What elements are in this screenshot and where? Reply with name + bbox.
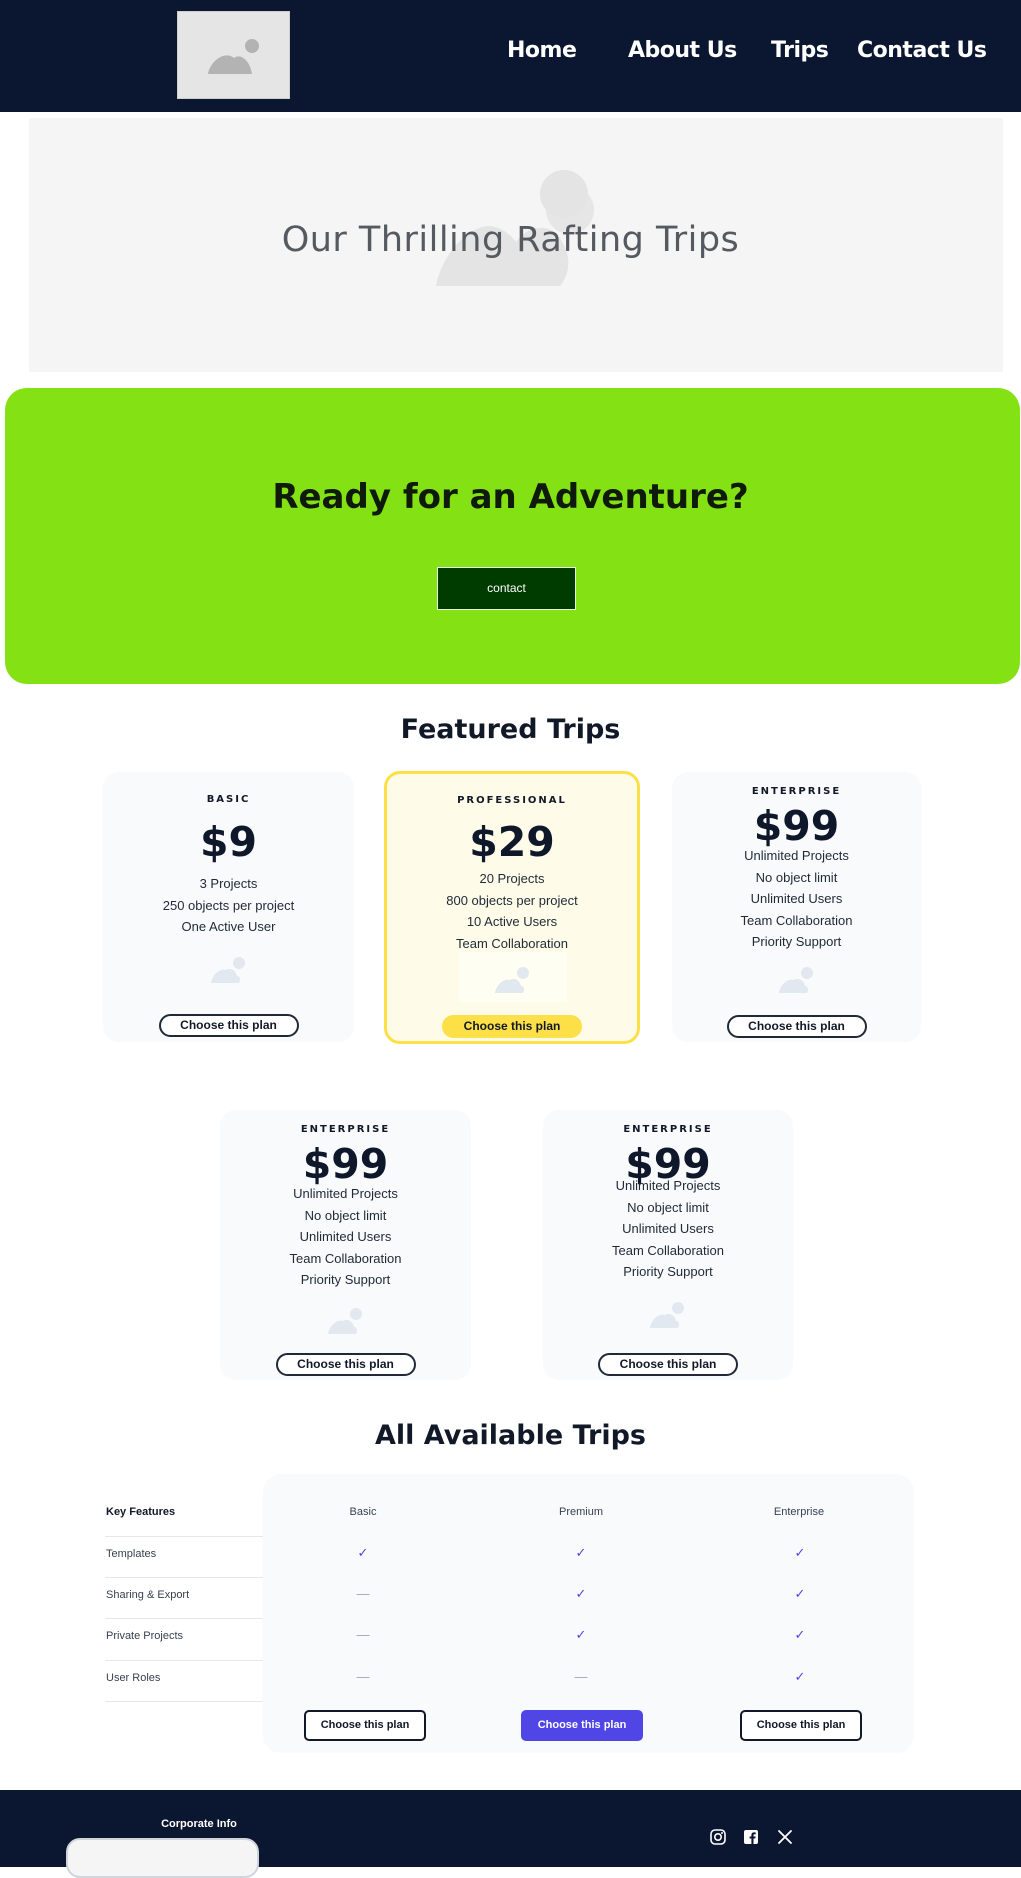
image-placeholder-icon [495,967,529,993]
plan-feature: No object limit [304,1207,387,1223]
plan-price: $99 [302,1140,389,1188]
plan-card-basic: BASIC $9 3 Projects 250 objects per proj… [103,772,354,1042]
row-divider [105,1701,263,1702]
instagram-icon[interactable] [709,1828,727,1846]
plan-features: Unlimited Projects No object limit Unlim… [672,845,921,953]
comparison-title: All Available Trips [374,1420,646,1451]
plan-feature: Unlimited Projects [744,848,849,863]
plan-card-professional: PROFESSIONAL $29 20 Projects 800 objects… [384,771,640,1044]
dash-icon: — [356,1586,370,1601]
plan-features: 20 Projects 800 objects per project 10 A… [387,868,637,954]
plan-header-premium: Premium [558,1506,603,1518]
choose-plan-button[interactable]: Choose this plan [726,1015,867,1038]
plan-feature: Priority Support [300,1272,391,1287]
choose-plan-premium-button[interactable]: Choose this plan [521,1710,643,1741]
plan-card-enterprise: ENTERPRISE $99 Unlimited Projects No obj… [220,1110,471,1380]
facebook-icon[interactable] [742,1828,760,1846]
image-placeholder-icon [208,39,259,74]
plan-name: ENTERPRISE [300,1124,391,1135]
contact-button[interactable]: contact [437,567,576,610]
nav-home[interactable]: Home [507,38,577,68]
cta-section [5,388,1020,684]
plan-features: Unlimited Projects No object limit Unlim… [543,1175,793,1283]
choose-plan-button[interactable]: Choose this plan [275,1353,416,1376]
nav-contact-us[interactable]: Contact Us [857,38,987,68]
dash-icon: — [356,1669,370,1684]
row-divider [105,1536,263,1537]
footer-card [66,1838,259,1878]
plan-feature: Team Collaboration [455,935,568,951]
plan-feature: Team Collaboration [289,1250,402,1266]
row-divider [105,1618,263,1619]
cta-title: Ready for an Adventure? [272,477,749,517]
plan-feature: Team Collaboration [611,1242,724,1258]
plan-feature: Unlimited Users [750,891,843,906]
plan-price: $99 [753,802,840,850]
choose-plan-button[interactable]: Choose this plan [598,1353,738,1376]
plan-name: PROFESSIONAL [457,795,567,806]
plan-feature: 10 Active Users [466,914,558,929]
plan-feature: 800 objects per project [446,892,578,908]
check-icon: ✓ [575,1627,587,1642]
feature-label: Sharing & Export [106,1589,190,1601]
check-icon: ✓ [575,1545,587,1560]
image-placeholder-icon [210,957,245,983]
plan-feature: Priority Support [751,934,842,949]
plan-feature: No object limit [627,1199,709,1215]
plan-card-enterprise: ENTERPRISE $99 Unlimited Projects No obj… [543,1110,793,1380]
plan-feature: No object limit [755,869,838,885]
row-divider [105,1577,263,1578]
plan-price: $9 [199,818,258,866]
plan-feature: 20 Projects [479,871,545,886]
feature-label: User Roles [106,1672,161,1684]
check-icon: ✓ [794,1586,806,1601]
choose-plan-basic-button[interactable]: Choose this plan [304,1710,426,1741]
plan-header-basic: Basic [349,1506,377,1518]
choose-plan-enterprise-button[interactable]: Choose this plan [740,1710,862,1741]
plan-feature: Team Collaboration [740,912,853,928]
hero-title: Our Thrilling Rafting Trips [281,220,740,260]
plan-card-enterprise: ENTERPRISE $99 Unlimited Projects No obj… [672,772,921,1042]
plan-price: $29 [469,818,555,866]
nav-about-us[interactable]: About Us [628,38,737,68]
plan-name: BASIC [206,794,251,805]
plan-feature: 250 objects per project [162,897,295,913]
plan-feature: Unlimited Projects [293,1186,398,1201]
check-icon: ✓ [794,1627,806,1642]
choose-plan-button[interactable]: Choose this plan [158,1014,299,1037]
image-placeholder-icon [778,967,813,993]
plan-features: Unlimited Projects No object limit Unlim… [220,1183,471,1291]
plan-image [459,952,567,1002]
footer-title: Corporate Info [161,1818,237,1830]
row-divider [105,1660,263,1661]
dash-icon: — [356,1627,370,1642]
feature-label: Private Projects [106,1630,184,1642]
plan-features: 3 Projects 250 objects per project One A… [103,873,354,938]
image-placeholder-icon [327,1308,362,1334]
plan-feature: Unlimited Users [622,1221,714,1236]
check-icon: ✓ [794,1669,806,1684]
choose-plan-button[interactable]: Choose this plan [442,1015,582,1038]
check-icon: ✓ [575,1586,587,1601]
plan-feature: 3 Projects [199,876,258,891]
plan-name: ENTERPRISE [751,786,842,797]
plan-feature: One Active User [181,919,276,934]
plan-feature: Priority Support [623,1264,713,1279]
featured-title: Featured Trips [400,714,621,745]
feature-label: Templates [106,1548,157,1560]
check-icon: ✓ [794,1545,806,1560]
logo[interactable] [177,11,290,99]
x-icon[interactable] [776,1828,794,1846]
plan-feature: Unlimited Users [299,1229,392,1244]
key-features-header: Key Features [106,1506,176,1518]
plan-feature: Unlimited Projects [615,1178,721,1193]
check-icon: ✓ [357,1545,369,1560]
dash-icon: — [574,1669,588,1684]
image-placeholder-icon [650,1302,684,1328]
plan-name: ENTERPRISE [623,1124,713,1135]
plan-header-enterprise: Enterprise [773,1506,825,1518]
nav-trips[interactable]: Trips [771,38,829,68]
